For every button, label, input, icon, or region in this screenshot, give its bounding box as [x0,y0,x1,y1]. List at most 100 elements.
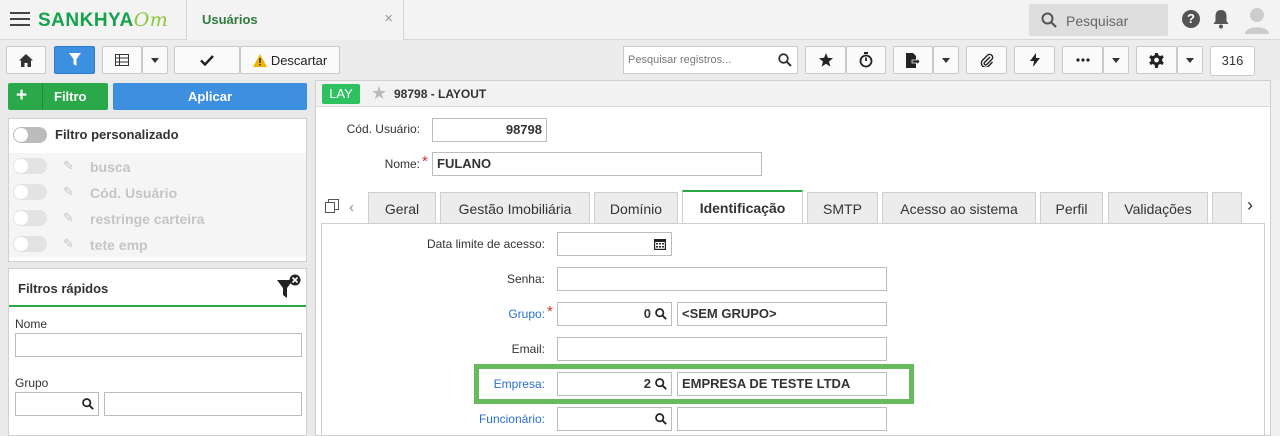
actions-button[interactable] [1014,46,1055,74]
pencil-icon[interactable]: ✎ [63,158,74,174]
settings-button[interactable] [1136,46,1177,74]
email-label: Email: [511,342,545,356]
search-icon[interactable] [655,413,667,425]
quick-filters-panel: Filtros rápidos Nome Grupo [8,268,307,436]
senha-input[interactable] [557,267,887,291]
filter-row[interactable]: ✎ tete emp [9,231,306,257]
warning-icon [252,53,267,67]
avatar[interactable] [1244,6,1270,34]
quick-nome-input[interactable] [15,333,302,357]
record-title: 98798 - LAYOUT [394,87,487,101]
global-search[interactable]: Pesquisar [1029,4,1168,36]
more-button[interactable] [1062,46,1103,74]
tab-gestao-imobiliaria[interactable]: Gestão Imobiliária [440,192,590,223]
logo: SANKHYAOm [38,9,169,31]
help-icon[interactable]: ? [1182,10,1200,28]
quick-grupo-code-input[interactable] [15,392,99,416]
confirm-button[interactable] [174,46,240,74]
filter-label: Cód. Usuário [90,185,178,201]
filter-toggle[interactable] [13,236,47,252]
chevron-down-icon [151,57,159,63]
filter-row[interactable]: ✎ busca [9,153,306,179]
funcionario-desc-input[interactable] [677,407,887,431]
grid-view-dropdown[interactable] [142,46,168,74]
home-button[interactable] [6,46,46,74]
new-filter-button[interactable]: + Filtro [8,83,108,110]
data-limite-label: Data limite de acesso: [426,237,545,251]
search-icon[interactable] [778,53,792,67]
tab-overflow[interactable] [1212,192,1242,223]
filter-row[interactable]: ✎ Cód. Usuário [9,179,306,205]
discard-button-label: Descartar [270,52,328,68]
scrollbar[interactable] [1271,80,1280,436]
record-search-input[interactable]: Pesquisar registros... [623,46,798,74]
calendar-icon[interactable] [654,238,666,250]
filter-clear-icon[interactable] [277,274,301,300]
cod-usuario-label: Cód. Usuário: [346,122,420,136]
top-bar: SANKHYAOm Usuários × Pesquisar ? [0,0,1280,40]
email-input[interactable] [557,337,887,361]
paperclip-icon [980,53,993,67]
pencil-icon[interactable]: ✎ [63,210,74,226]
nome-input[interactable]: FULANO [432,152,762,176]
required-icon: * [547,303,553,320]
custom-filter-toggle[interactable] [13,127,47,143]
export-dropdown[interactable] [933,46,959,74]
chevron-left-icon[interactable]: ‹ [349,199,354,216]
stopwatch-icon [859,52,873,68]
tab-acesso-ao-sistema[interactable]: Acesso ao sistema [882,192,1036,223]
grupo-desc-input[interactable]: <SEM GRUPO> [677,302,887,326]
search-icon[interactable] [82,398,94,410]
filter-toggle[interactable] [13,184,47,200]
discard-button[interactable]: Descartar [240,46,340,74]
more-dropdown[interactable] [1103,46,1129,74]
new-filter-label: Filtro [54,89,87,104]
cod-usuario-input[interactable]: 98798 [432,118,547,142]
search-icon[interactable] [655,308,667,320]
quick-filters-title: Filtros rápidos [18,281,109,296]
attachment-button[interactable] [966,46,1007,74]
record-header: LAY ★ 98798 - LAYOUT [316,81,1270,107]
filter-toggle-button[interactable] [54,46,95,74]
global-search-placeholder: Pesquisar [1066,13,1129,29]
quick-nome-label: Nome [15,317,48,331]
filter-label: tete emp [90,237,148,253]
data-limite-input[interactable] [557,232,672,256]
bell-icon[interactable] [1212,9,1230,29]
app-tab-usuarios[interactable]: Usuários × [186,0,404,40]
grid-view-button[interactable] [102,46,142,74]
copy-icon[interactable] [325,199,339,213]
pencil-icon[interactable]: ✎ [63,184,74,200]
filter-toggle[interactable] [13,210,47,226]
highlight-box [474,364,914,404]
funcionario-label[interactable]: Funcionário: [316,412,545,426]
tab-smtp[interactable]: SMTP [807,192,878,223]
grupo-label[interactable]: Grupo: [316,307,545,321]
filter-toggle[interactable] [13,158,47,174]
settings-dropdown[interactable] [1177,46,1203,74]
chevron-down-icon [1112,57,1120,63]
chevron-down-icon [942,57,950,63]
gear-icon [1149,52,1164,68]
pencil-icon[interactable]: ✎ [63,236,74,252]
close-icon[interactable]: × [384,10,393,27]
menu-icon[interactable] [10,12,30,28]
star-icon[interactable]: ★ [371,83,387,104]
filter-icon [68,53,81,66]
export-button[interactable] [893,46,933,74]
chevron-right-icon[interactable]: › [1247,195,1253,216]
apply-button[interactable]: Aplicar [113,83,307,110]
app-tab-label: Usuários [202,12,258,27]
ellipsis-icon [1075,58,1090,62]
tab-perfil[interactable]: Perfil [1040,192,1103,223]
favorite-button[interactable] [805,46,846,74]
quick-grupo-desc-input[interactable] [104,392,302,416]
tab-identificacao[interactable]: Identificação [682,190,803,224]
quick-filters-header: Filtros rápidos [9,269,306,307]
filter-row[interactable]: ✎ restringe carteira [9,205,306,231]
tab-geral[interactable]: Geral [368,192,436,223]
tab-dominio[interactable]: Domínio [594,192,678,223]
timer-button[interactable] [846,46,886,74]
home-icon [19,53,33,67]
tab-validacoes[interactable]: Validações [1108,192,1208,223]
